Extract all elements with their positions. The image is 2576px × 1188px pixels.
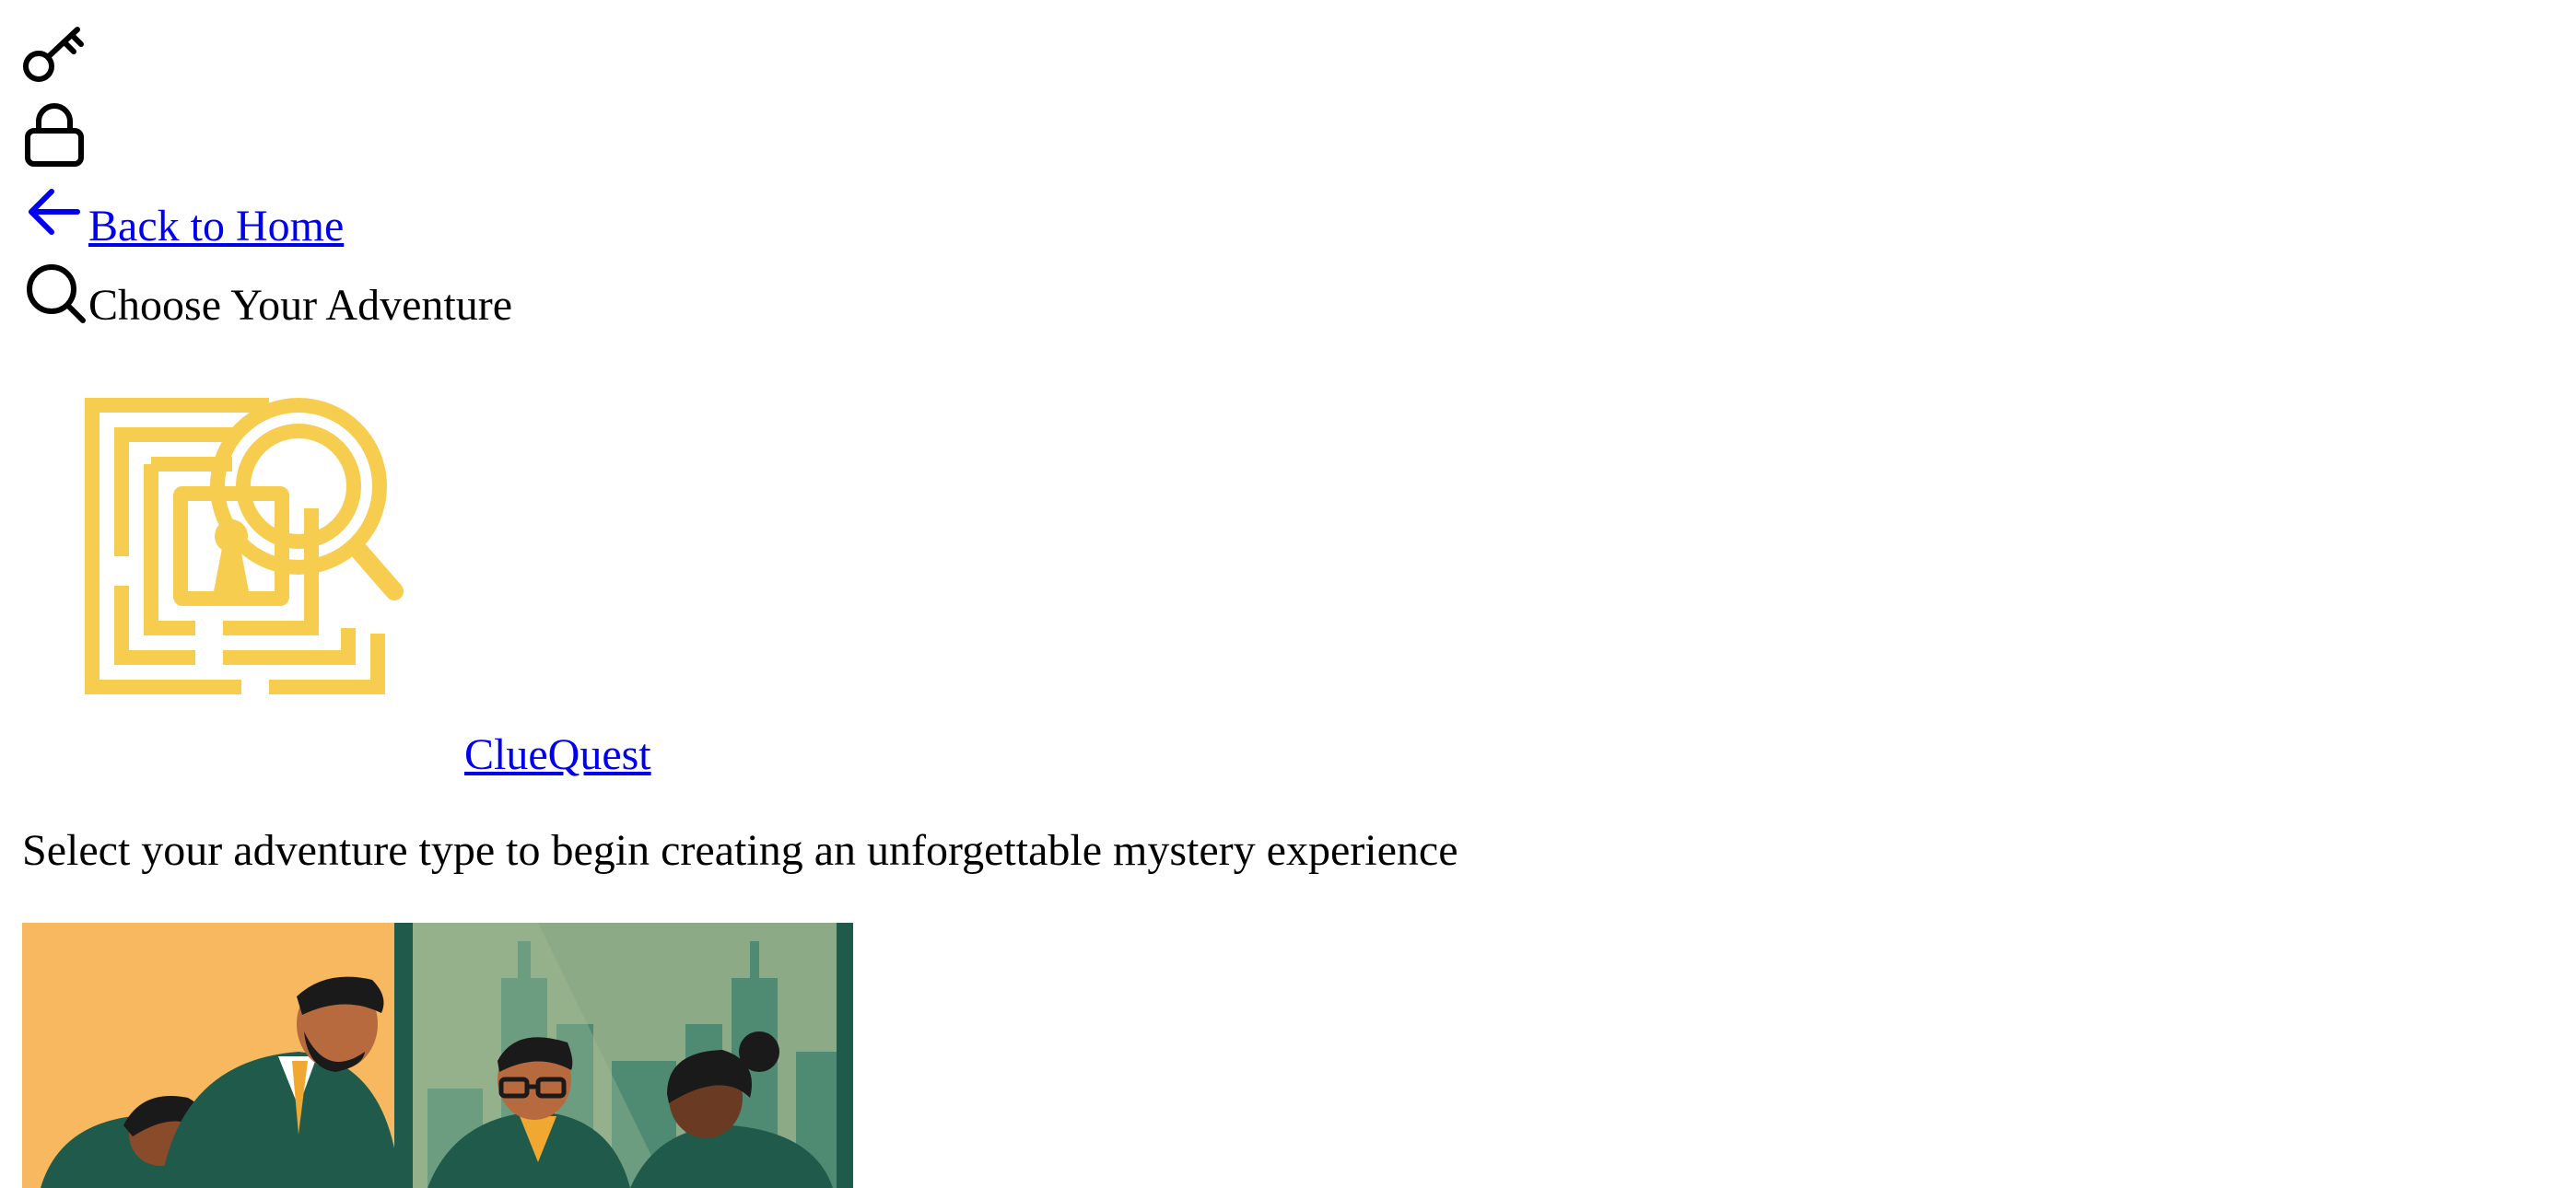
team-illustration xyxy=(22,923,853,1188)
tagline: Select your adventure type to begin crea… xyxy=(22,826,1458,875)
arrow-left-icon[interactable] xyxy=(22,184,88,250)
back-to-home-link[interactable]: Back to Home xyxy=(88,204,344,249)
choose-adventure-heading: Choose Your Adventure xyxy=(22,258,512,333)
key-icon xyxy=(22,24,88,85)
brand-link[interactable]: ClueQuest xyxy=(464,733,651,777)
cluequest-logo xyxy=(85,398,405,694)
lock-icon xyxy=(22,101,88,168)
back-nav[interactable]: Back to Home xyxy=(22,181,344,254)
choose-adventure-label: Choose Your Adventure xyxy=(88,281,513,330)
search-icon xyxy=(22,262,88,328)
